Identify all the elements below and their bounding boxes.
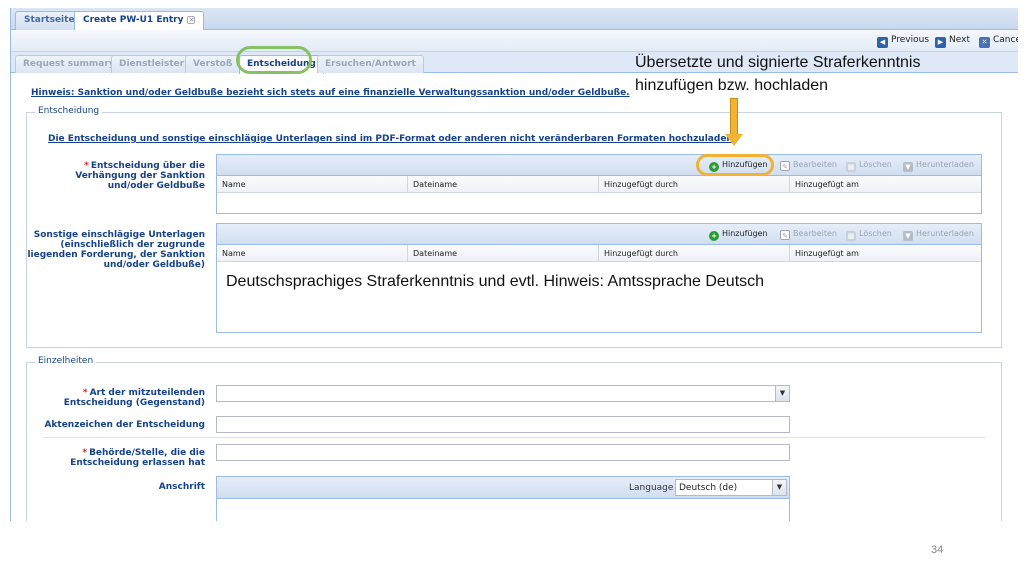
cancel-button[interactable]: ✕Cance [979, 35, 1018, 48]
art-label: * Art der mitzuteilenden Entscheidung (Ge… [63, 388, 205, 408]
tab-label: Startseite [24, 15, 75, 25]
edit-button[interactable]: ✎ Bearbeiten [780, 160, 837, 171]
arrow-right-icon: ▶ [935, 37, 946, 48]
aktenzeichen-label: Aktenzeichen der Entscheidung [44, 420, 205, 430]
column-header[interactable]: Name [217, 176, 408, 193]
tab-verstoss[interactable]: Verstoß [185, 55, 241, 73]
download-icon: ▼ [903, 162, 913, 172]
annotation-top-line2: hinzufügen bzw. hochladen [635, 77, 829, 94]
highlight-ring-add [696, 154, 774, 176]
anschrift-toolbar: Language Deutsch (de) ▼ [217, 477, 789, 499]
chevron-down-icon[interactable]: ▼ [772, 480, 786, 495]
close-icon: ✕ [979, 37, 990, 48]
decision-document-grid: + Hinzufügen ✎ Bearbeiten ▦ Löschen ▼ Herunt… [216, 154, 982, 214]
art-combobox[interactable]: ▼ [216, 385, 790, 402]
delete-icon: ▦ [846, 162, 856, 172]
tab-ersuchen-antwort[interactable]: Ersuchen/Antwort [317, 55, 424, 73]
decision-label: * Entscheidung über die Verhängung der Sa… [75, 161, 205, 191]
download-button[interactable]: ▼ Herunterladen [903, 229, 974, 241]
aktenzeichen-input[interactable] [216, 416, 790, 433]
hint-text: Hinweis: Sanktion und/oder Geldbuße bezi… [31, 88, 630, 98]
divider [43, 437, 985, 438]
column-header[interactable]: Dateiname [408, 245, 599, 262]
top-toolbar: ◀Previous ▶Next ✕Cance [11, 30, 1018, 52]
anschrift-label: Anschrift [158, 482, 205, 492]
next-button[interactable]: ▶ Next [935, 35, 970, 48]
grid-toolbar: + Hinzufügen ✎ Bearbeiten ▦ Löschen ▼ Herunt… [217, 155, 981, 176]
edit-button[interactable]: ✎ Bearbeiten [780, 229, 837, 240]
add-button[interactable]: + Hinzufügen [709, 229, 768, 241]
behoerde-input[interactable] [216, 444, 790, 461]
tab-request-summary[interactable]: Request summary [15, 55, 123, 73]
grid-header: Name Dateiname Hinzugefügt durch Hinzuge… [217, 245, 981, 262]
download-button[interactable]: ▼ Herunterladen [903, 160, 974, 172]
tab-dienstleister[interactable]: Dienstleister [111, 55, 193, 73]
arrow-left-icon: ◀ [877, 37, 888, 48]
delete-button[interactable]: ▦ Löschen [846, 160, 892, 172]
column-header[interactable]: Hinzugefügt durch [599, 245, 790, 262]
app-window: Startseite Create PW-U1 Entry × ◀ Previous… [10, 8, 1018, 521]
entscheidung-legend: Entscheidung [35, 106, 103, 116]
einzelheiten-legend: Einzelheiten [35, 356, 97, 366]
highlight-ring-entscheidung [236, 46, 312, 74]
edit-icon: ✎ [780, 161, 790, 171]
grid-toolbar: + Hinzufügen ✎ Bearbeiten ▦ Löschen ▼ Herunt… [217, 224, 981, 245]
anschrift-panel: Language Deutsch (de) ▼ [216, 476, 790, 521]
plus-icon: + [709, 231, 719, 241]
tab-create-pw-u1-entry[interactable]: Create PW-U1 Entry × [74, 11, 205, 31]
column-header[interactable]: Name [217, 245, 408, 262]
close-icon[interactable]: × [187, 16, 196, 24]
tab-label: Create PW-U1 Entry [83, 15, 184, 25]
grid-header: Name Dateiname Hinzugefügt durch Hinzuge… [217, 176, 981, 193]
annotation-middle: Deutschsprachiges Straferkenntnis und ev… [226, 273, 765, 290]
delete-icon: ▦ [846, 231, 856, 241]
annotation-top-line1: Übersetzte und signierte Straferkenntnis [635, 54, 921, 71]
chevron-down-icon[interactable]: ▼ [775, 386, 789, 401]
edit-icon: ✎ [780, 230, 790, 240]
column-header[interactable]: Hinzugefügt am [790, 176, 981, 193]
language-select[interactable]: Deutsch (de) ▼ [675, 479, 787, 496]
language-label: Language [629, 483, 674, 493]
delete-button[interactable]: ▦ Löschen [846, 229, 892, 241]
upload-hint: Die Entscheidung und sonstige einschlägi… [48, 134, 737, 144]
other-documents-label: Sonstige einschlägige Unterlagen (einsch… [27, 230, 205, 270]
column-header[interactable]: Hinzugefügt durch [599, 176, 790, 193]
download-icon: ▼ [903, 231, 913, 241]
page-number: 34 [931, 544, 944, 556]
behoerde-label: * Behörde/Stelle, die die Entscheidung er… [70, 448, 205, 468]
arrow-down-icon [730, 98, 738, 135]
document-tab-bar: Startseite Create PW-U1 Entry × [11, 8, 1018, 31]
column-header[interactable]: Dateiname [408, 176, 599, 193]
arrow-head-icon [725, 134, 743, 146]
column-header[interactable]: Hinzugefügt am [790, 245, 981, 262]
previous-button[interactable]: ◀ Previous [877, 35, 929, 48]
